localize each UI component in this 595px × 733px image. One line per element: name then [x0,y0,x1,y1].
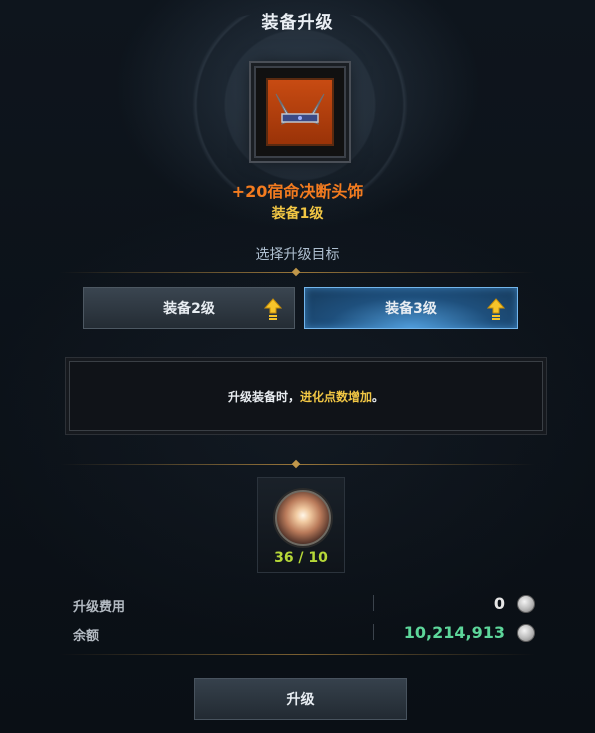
upgrade-button[interactable]: 升级 [194,678,407,720]
silver-coin-icon [517,624,535,642]
row-separator [373,595,374,611]
info-message-box: 升级装备时， 进化点数增加。 [69,361,543,431]
item-level: 装备1级 [271,206,324,222]
upgrade-arrow-icon [264,298,282,320]
option-label: 装备2级 [163,301,215,317]
option-label: 装备3级 [385,301,437,317]
balance-label: 余额 [73,629,100,644]
upgrade-cost-label: 升级费用 [73,600,126,615]
option-level-3-button[interactable]: 装备3级 [304,287,518,329]
material-count: 36 / 10 [274,550,328,566]
window-title: 装备升级 [261,13,334,33]
select-target-label: 选择升级目标 [255,247,340,263]
upgrade-cost-row: 升级费用 0 [73,592,535,616]
divider-top [60,267,535,277]
headpiece-icon [266,78,334,146]
evolution-orb-icon [275,490,331,546]
item-slot[interactable] [254,66,346,158]
material-slot[interactable]: 36 / 10 [257,477,345,573]
row-separator [373,624,374,640]
upgrade-arrow-icon [487,298,505,320]
balance-value: 10,214,913 [403,623,505,642]
message-prefix: 升级装备时， [227,389,300,404]
message-highlight: 进化点数增加 [299,389,372,404]
balance-row: 余额 10,214,913 [73,621,535,645]
divider-middle [60,459,535,469]
item-name: +20宿命决断头饰 [231,182,364,201]
divider-bottom [60,654,535,655]
message-suffix: 。 [372,389,385,404]
upgrade-cost-value: 0 [493,594,505,613]
silver-coin-icon [517,595,535,613]
option-level-2-button[interactable]: 装备2级 [83,287,295,329]
